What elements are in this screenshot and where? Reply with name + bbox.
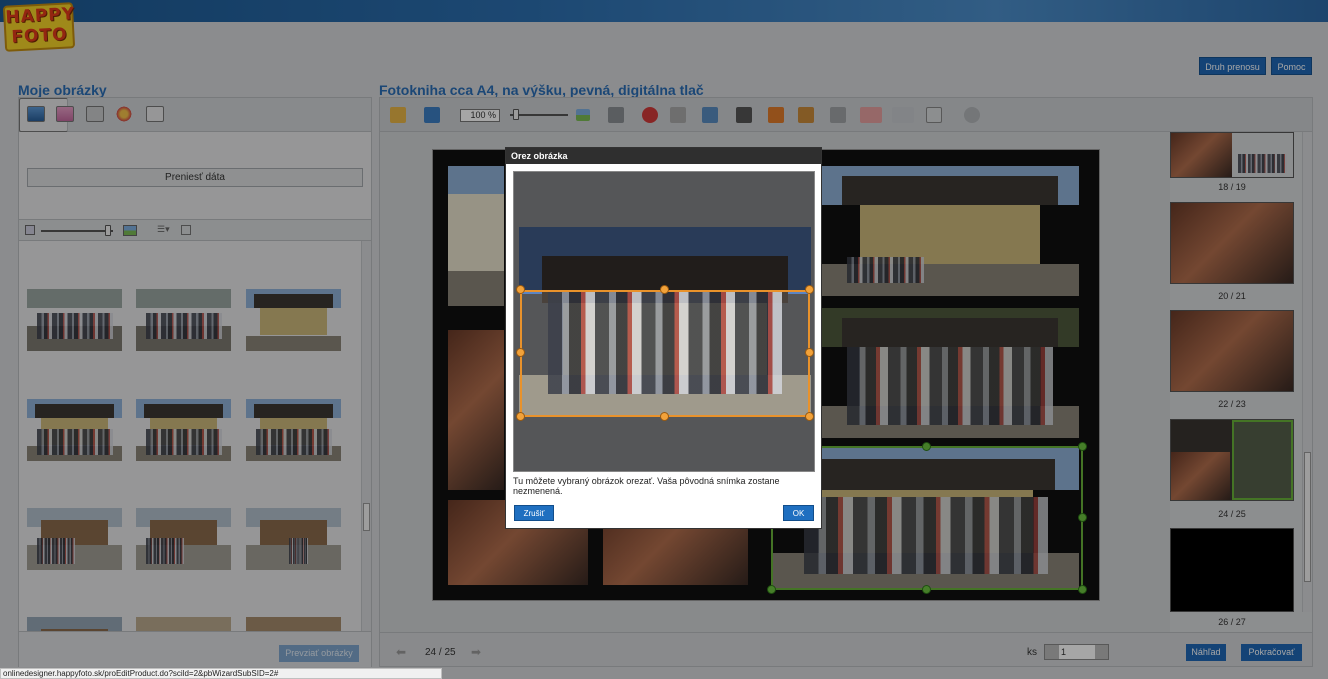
cancel-button[interactable]: Zrušiť: [514, 505, 554, 521]
crop-handle[interactable]: [805, 412, 814, 421]
crop-handle[interactable]: [660, 285, 669, 294]
crop-handle[interactable]: [516, 348, 525, 357]
crop-selection[interactable]: [520, 290, 810, 417]
crop-canvas[interactable]: [513, 171, 815, 472]
crop-handle[interactable]: [660, 412, 669, 421]
crop-dialog: Orez obrázka Tu môžete vybraný obrázok o…: [505, 147, 822, 529]
ok-button[interactable]: OK: [783, 505, 814, 521]
status-url: onlinedesigner.happyfoto.sk/proEditProdu…: [0, 668, 442, 679]
crop-handle[interactable]: [516, 412, 525, 421]
crop-handle[interactable]: [516, 285, 525, 294]
crop-handle[interactable]: [805, 348, 814, 357]
crop-dim-top: [519, 227, 811, 290]
crop-description: Tu môžete vybraný obrázok orezať. Vaša p…: [513, 476, 780, 496]
crop-dialog-title: Orez obrázka: [506, 148, 821, 164]
crop-handle[interactable]: [805, 285, 814, 294]
